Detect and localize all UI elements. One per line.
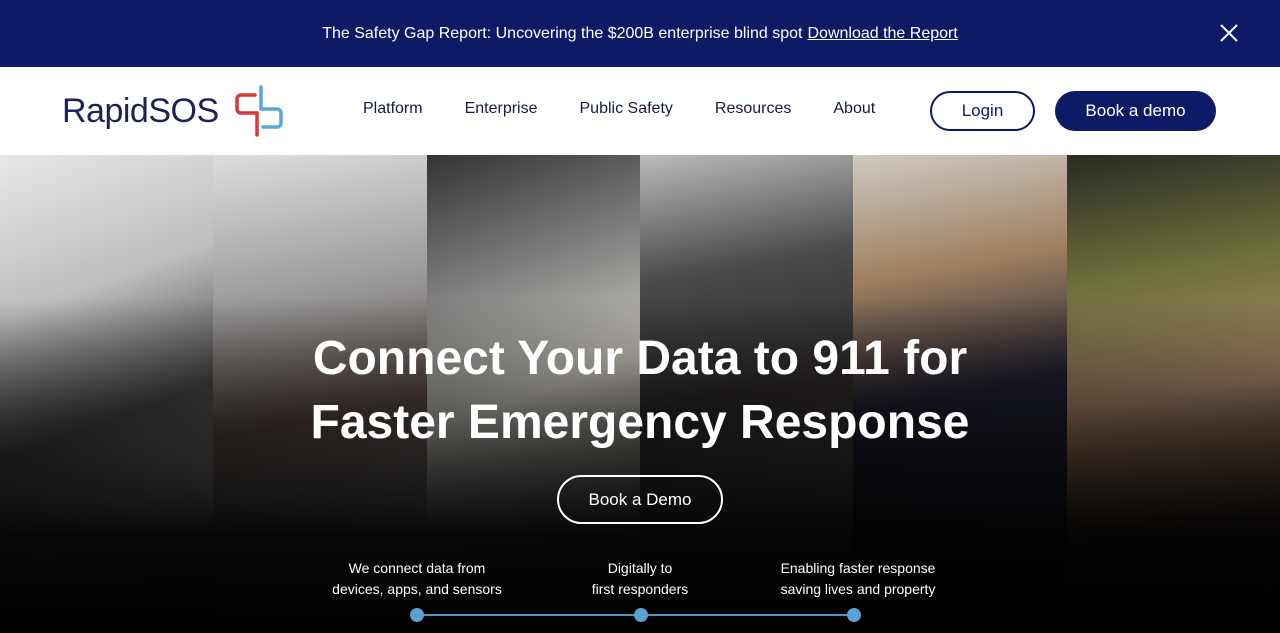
step-responders: Digitally to first responders — [591, 560, 689, 597]
announcement-banner: The Safety Gap Report: Uncovering the $2… — [0, 0, 1280, 67]
hero-book-demo-button[interactable]: Book a Demo — [557, 475, 723, 524]
headline-line-1: Connect Your Data to 911 for — [312, 332, 968, 385]
hero-section: Connect Your Data to 911 for Faster Emer… — [0, 155, 1280, 633]
step-faster-response: Enabling faster response saving lives and… — [780, 560, 936, 597]
download-report-link[interactable]: Download the Report — [807, 25, 957, 43]
nav-about[interactable]: About — [833, 100, 875, 118]
book-demo-button[interactable]: Book a demo — [1055, 91, 1216, 131]
rapidsos-logo[interactable]: RapidSOS — [62, 83, 287, 139]
banner-text: The Safety Gap Report: Uncovering the $2… — [322, 24, 803, 42]
login-button[interactable]: Login — [930, 91, 1035, 131]
timeline-dot — [847, 608, 861, 622]
timeline-dot — [410, 608, 424, 622]
hero-headline: Connect Your Data to 911 for Faster Emer… — [0, 327, 1280, 455]
nav-public-safety[interactable]: Public Safety — [580, 100, 673, 118]
logo-text: RapidSOS — [62, 91, 219, 130]
main-nav: RapidSOS Platform Enterprise Public Safe… — [0, 67, 1280, 155]
step-connect: We connect data from devices, apps, and s… — [332, 560, 502, 597]
nav-enterprise[interactable]: Enterprise — [465, 100, 538, 118]
timeline-dot — [634, 608, 648, 622]
close-icon[interactable] — [1218, 22, 1240, 44]
nav-menu: Platform Enterprise Public Safety Resour… — [363, 100, 917, 118]
logo-cross-icon — [234, 85, 283, 137]
nav-platform[interactable]: Platform — [363, 100, 423, 118]
headline-line-2: Faster Emergency Response — [310, 396, 970, 449]
nav-resources[interactable]: Resources — [715, 100, 791, 118]
